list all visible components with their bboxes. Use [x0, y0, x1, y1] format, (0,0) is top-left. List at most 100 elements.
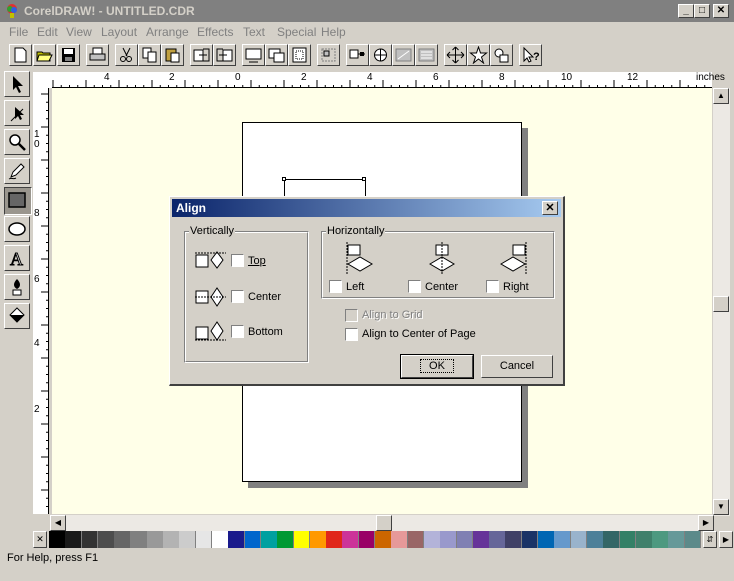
palette-swatch[interactable]	[375, 531, 392, 548]
center-vertical-checkbox[interactable]	[231, 290, 244, 303]
text-tool-icon[interactable]: A	[4, 245, 30, 271]
palette-swatch[interactable]	[489, 531, 506, 548]
star-icon[interactable]	[467, 44, 490, 66]
combine-icon[interactable]	[369, 44, 392, 66]
align-to-center-of-page-checkbox[interactable]	[345, 328, 358, 341]
menu-effects[interactable]: Effects	[197, 25, 233, 39]
cut-icon[interactable]	[115, 44, 138, 66]
fill-tool-icon[interactable]	[4, 303, 30, 329]
context-help-icon[interactable]: ?	[519, 44, 542, 66]
selection-handle[interactable]	[362, 177, 366, 181]
top-checkbox[interactable]	[231, 254, 244, 267]
palette-swatch[interactable]	[603, 531, 620, 548]
palette-swatch[interactable]	[570, 531, 588, 548]
palette-swatch[interactable]	[652, 531, 669, 548]
horizontal-scrollbar[interactable]: ◀ ▶	[50, 515, 714, 531]
move-icon[interactable]	[444, 44, 467, 66]
ok-button[interactable]: OK	[400, 354, 474, 379]
bottom-checkbox[interactable]	[231, 325, 244, 338]
scroll-right-arrow[interactable]: ▶	[698, 515, 714, 531]
menu-file[interactable]: File	[9, 25, 28, 39]
palette-swatch[interactable]	[342, 531, 360, 548]
palette-swatch[interactable]	[423, 531, 441, 548]
vertical-scroll-thumb[interactable]	[713, 296, 729, 312]
palette-swatch[interactable]	[130, 531, 148, 548]
left-checkbox[interactable]	[329, 280, 342, 293]
outline-tool-icon[interactable]	[4, 274, 30, 300]
palette-swatch[interactable]	[358, 531, 376, 548]
wireframe-icon[interactable]	[242, 44, 265, 66]
menu-arrange[interactable]: Arrange	[146, 25, 189, 39]
menu-help[interactable]: Help	[321, 25, 346, 39]
palette-swatch[interactable]	[456, 531, 474, 548]
paste-icon[interactable]	[161, 44, 184, 66]
full-screen-icon[interactable]	[265, 44, 288, 66]
palette-swatch[interactable]	[114, 531, 131, 548]
palette-swatch[interactable]	[635, 531, 653, 548]
import-icon[interactable]	[190, 44, 213, 66]
copy-icon[interactable]	[138, 44, 161, 66]
scroll-left-arrow[interactable]: ◀	[50, 515, 66, 531]
palette-swatch[interactable]	[260, 531, 278, 548]
palette-swatch[interactable]	[538, 531, 555, 548]
palette-swatch[interactable]	[407, 531, 425, 548]
coreldraw-app-icon[interactable]	[4, 3, 20, 19]
palette-swatch[interactable]	[81, 531, 99, 548]
layers-icon[interactable]	[415, 44, 438, 66]
palette-swatch[interactable]	[49, 531, 66, 548]
palette-swatch[interactable]	[244, 531, 262, 548]
palette-swatch[interactable]	[212, 531, 229, 548]
save-icon[interactable]	[57, 44, 80, 66]
palette-swatch[interactable]	[65, 531, 83, 548]
scroll-up-arrow[interactable]: ▲	[713, 88, 729, 104]
new-icon[interactable]	[9, 44, 32, 66]
palette-scroll-icon[interactable]: ⇵	[703, 531, 717, 548]
node-edit-icon[interactable]	[346, 44, 369, 66]
palette-swatch[interactable]	[554, 531, 572, 548]
right-checkbox[interactable]	[486, 280, 499, 293]
group-icon[interactable]	[317, 44, 340, 66]
selection-handle[interactable]	[282, 177, 286, 181]
palette-swatch[interactable]	[391, 531, 409, 548]
open-icon[interactable]	[33, 44, 56, 66]
print-icon[interactable]	[86, 44, 109, 66]
break-apart-icon[interactable]	[392, 44, 415, 66]
export-icon[interactable]	[213, 44, 236, 66]
shape-icon[interactable]	[490, 44, 513, 66]
menu-edit[interactable]: Edit	[37, 25, 58, 39]
menu-view[interactable]: View	[66, 25, 92, 39]
scroll-down-arrow[interactable]: ▼	[713, 499, 729, 515]
palette-swatch[interactable]	[146, 531, 164, 548]
no-fill-swatch-icon[interactable]: ✕	[33, 531, 47, 548]
menu-layout[interactable]: Layout	[101, 25, 137, 39]
palette-swatch[interactable]	[309, 531, 327, 548]
palette-swatch[interactable]	[521, 531, 539, 548]
maximize-button[interactable]: □	[694, 4, 710, 18]
minimize-button[interactable]: _	[678, 4, 694, 18]
palette-swatch[interactable]	[277, 531, 294, 548]
palette-swatch[interactable]	[195, 531, 213, 548]
palette-swatch[interactable]	[586, 531, 604, 548]
palette-swatch[interactable]	[440, 531, 457, 548]
ellipse-tool-icon[interactable]	[4, 216, 30, 242]
palette-swatch[interactable]	[163, 531, 180, 548]
align-to-grid-checkbox[interactable]	[345, 309, 358, 322]
center-horizontal-checkbox[interactable]	[408, 280, 421, 293]
close-button[interactable]: ✕	[713, 4, 729, 18]
shape-tool-icon[interactable]	[4, 100, 30, 126]
palette-swatch[interactable]	[684, 531, 702, 548]
pick-tool-icon[interactable]	[4, 71, 30, 97]
palette-swatch[interactable]	[472, 531, 490, 548]
dialog-close-button[interactable]: ✕	[542, 201, 558, 215]
palette-swatch[interactable]	[179, 531, 197, 548]
palette-swatch[interactable]	[97, 531, 115, 548]
palette-swatch[interactable]	[668, 531, 686, 548]
menu-text[interactable]: Text	[243, 25, 265, 39]
menu-special[interactable]: Special	[277, 25, 316, 39]
palette-swatch[interactable]	[293, 531, 311, 548]
palette-swatch[interactable]	[505, 531, 523, 548]
zoom-page-icon[interactable]	[288, 44, 311, 66]
palette-swatch[interactable]	[619, 531, 637, 548]
palette-right-icon[interactable]: ▶	[719, 531, 733, 548]
zoom-tool-icon[interactable]	[4, 129, 30, 155]
